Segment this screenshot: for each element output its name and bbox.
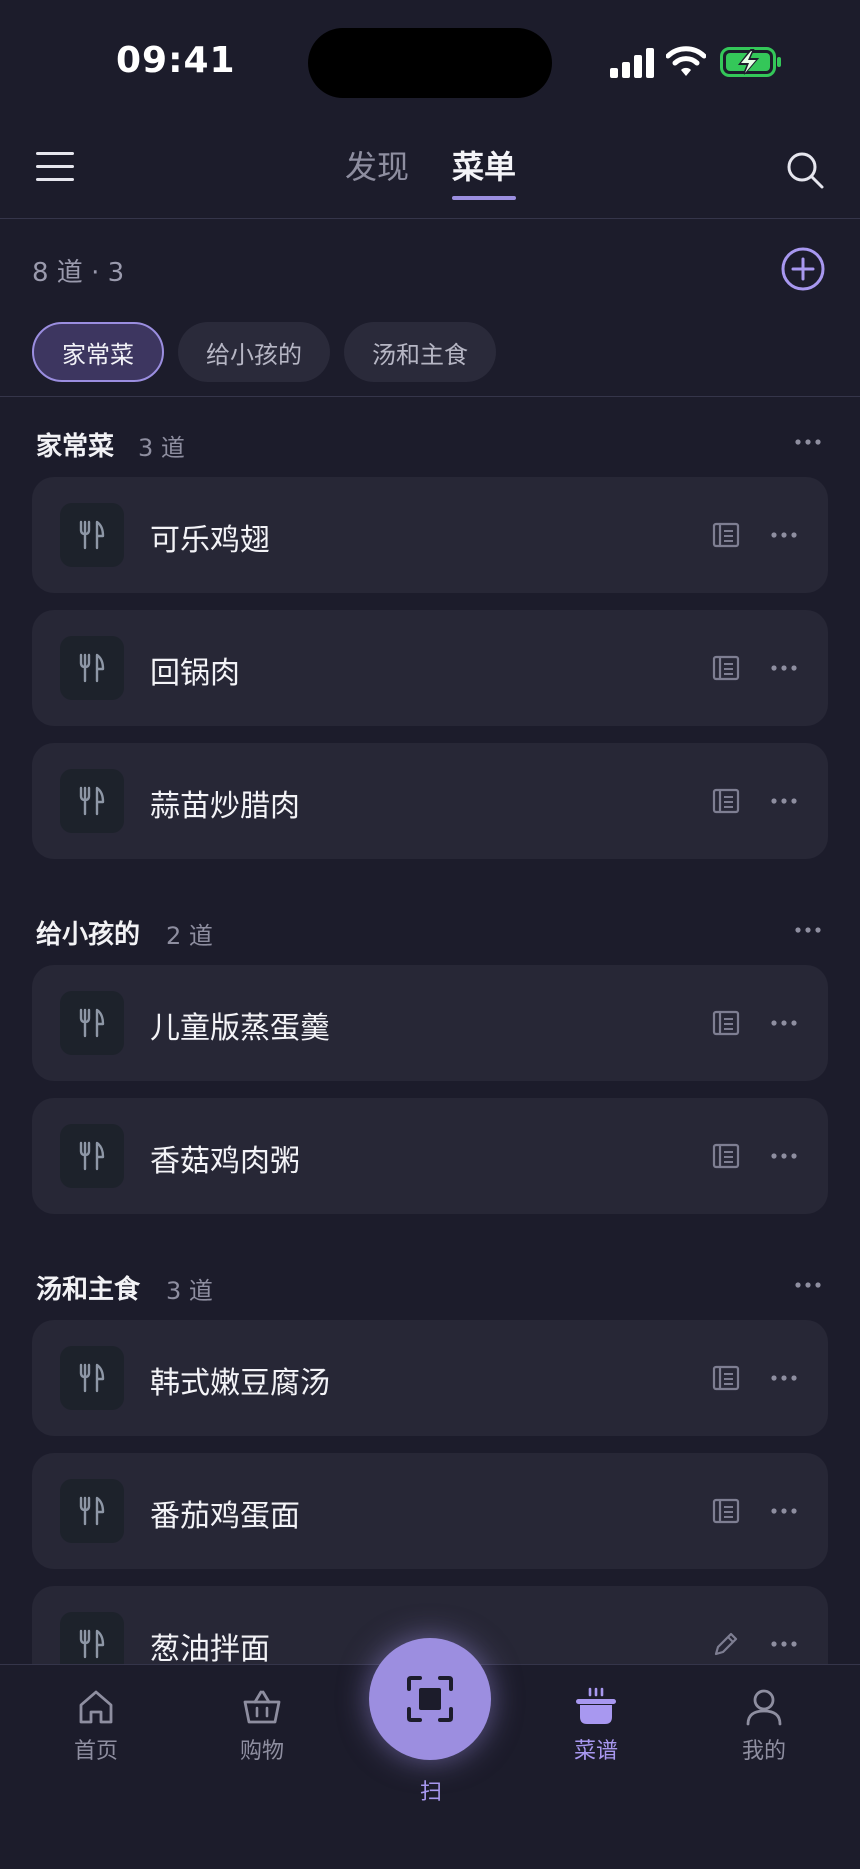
recipe-icon[interactable]	[712, 1364, 740, 1392]
hamburger-menu-icon[interactable]	[36, 150, 74, 184]
dish-card[interactable]: 韩式嫩豆腐汤	[32, 1320, 828, 1436]
scan-icon	[407, 1676, 453, 1722]
utensils-icon	[79, 1496, 105, 1526]
section-more-icon[interactable]	[794, 438, 822, 446]
nav-shopping[interactable]: 购物	[212, 1687, 312, 1765]
recipe-icon[interactable]	[712, 1009, 740, 1037]
dish-card[interactable]: 回锅肉	[32, 610, 828, 726]
pot-icon	[576, 1687, 616, 1724]
battery-charging-icon	[720, 47, 781, 77]
nav-home[interactable]: 首页	[46, 1687, 146, 1765]
nav-home-label: 首页	[73, 1739, 118, 1764]
dish-thumbnail	[60, 636, 124, 700]
tab-menu[interactable]: 菜单	[452, 142, 516, 188]
dish-thumbnail	[60, 503, 124, 567]
tab-discover[interactable]: 发现	[345, 142, 409, 188]
utensils-icon	[79, 1008, 105, 1038]
dish-thumbnail	[60, 1124, 124, 1188]
dish-thumbnail	[60, 769, 124, 833]
section-more-icon[interactable]	[794, 926, 822, 934]
dish-name: 番茄鸡蛋面	[150, 1499, 300, 1534]
utensils-icon	[79, 520, 105, 550]
nav-recipes[interactable]: 菜谱	[546, 1687, 646, 1765]
dish-name: 香菇鸡肉粥	[150, 1144, 300, 1179]
basket-icon	[243, 1690, 281, 1724]
dish-thumbnail	[60, 1346, 124, 1410]
section-title: 给小孩的	[36, 920, 141, 950]
cellular-signal-icon	[610, 48, 654, 78]
recipe-icon[interactable]	[712, 1142, 740, 1170]
utensils-icon	[79, 653, 105, 683]
header-divider	[0, 218, 860, 219]
category-chips: 家常菜 给小孩的 汤和主食	[32, 322, 496, 382]
add-circle-icon[interactable]	[780, 246, 826, 292]
wifi-icon	[666, 46, 706, 76]
more-icon[interactable]	[770, 531, 798, 539]
active-tab-indicator	[452, 196, 516, 200]
status-time: 09:41	[116, 40, 236, 81]
more-icon[interactable]	[770, 1374, 798, 1382]
utensils-icon	[79, 1629, 105, 1659]
dynamic-island	[308, 28, 552, 98]
chip-home-cooking[interactable]: 家常菜	[32, 322, 164, 382]
recipe-icon[interactable]	[712, 654, 740, 682]
chip-soup-and-staples[interactable]: 汤和主食	[344, 322, 496, 382]
scan-button[interactable]	[369, 1638, 491, 1760]
section-more-icon[interactable]	[794, 1281, 822, 1289]
recipe-icon[interactable]	[712, 787, 740, 815]
recipe-icon[interactable]	[712, 1497, 740, 1525]
user-icon	[746, 1689, 782, 1726]
chip-for-kids[interactable]: 给小孩的	[178, 322, 330, 382]
dish-name: 回锅肉	[150, 656, 240, 691]
more-icon[interactable]	[770, 1507, 798, 1515]
utensils-icon	[79, 1363, 105, 1393]
more-icon[interactable]	[770, 1019, 798, 1027]
utensils-icon	[79, 1141, 105, 1171]
utensils-icon	[79, 786, 105, 816]
dish-name: 儿童版蒸蛋羹	[150, 1011, 330, 1046]
dish-card[interactable]: 儿童版蒸蛋羹	[32, 965, 828, 1081]
more-icon[interactable]	[770, 797, 798, 805]
dish-name: 葱油拌面	[150, 1632, 270, 1667]
scan-label: 扫	[420, 1780, 443, 1805]
more-icon[interactable]	[770, 1152, 798, 1160]
dish-card[interactable]: 番茄鸡蛋面	[32, 1453, 828, 1569]
dish-name: 蒜苗炒腊肉	[150, 789, 300, 824]
recipe-icon[interactable]	[712, 521, 740, 549]
nav-me-label: 我的	[741, 1739, 786, 1764]
search-icon[interactable]	[785, 150, 825, 190]
section-count: 2 道	[166, 922, 213, 950]
menu-summary: 8 道 · 3	[32, 258, 125, 288]
edit-icon[interactable]	[712, 1630, 740, 1658]
section-title: 汤和主食	[36, 1275, 141, 1305]
section-count: 3 道	[166, 1277, 213, 1305]
dish-name: 可乐鸡翅	[150, 523, 270, 558]
more-icon[interactable]	[770, 1640, 798, 1648]
dish-card[interactable]: 可乐鸡翅	[32, 477, 828, 593]
nav-shopping-label: 购物	[239, 1739, 284, 1764]
dish-name: 韩式嫩豆腐汤	[150, 1366, 330, 1401]
more-icon[interactable]	[770, 664, 798, 672]
dish-card[interactable]: 蒜苗炒腊肉	[32, 743, 828, 859]
dish-card[interactable]: 香菇鸡肉粥	[32, 1098, 828, 1214]
nav-recipes-label: 菜谱	[573, 1739, 618, 1764]
chips-divider	[0, 396, 860, 397]
dish-thumbnail	[60, 1479, 124, 1543]
home-icon	[79, 1690, 113, 1724]
section-title: 家常菜	[36, 432, 115, 462]
section-count: 3 道	[138, 434, 185, 462]
nav-me[interactable]: 我的	[714, 1687, 814, 1765]
dish-thumbnail	[60, 991, 124, 1055]
